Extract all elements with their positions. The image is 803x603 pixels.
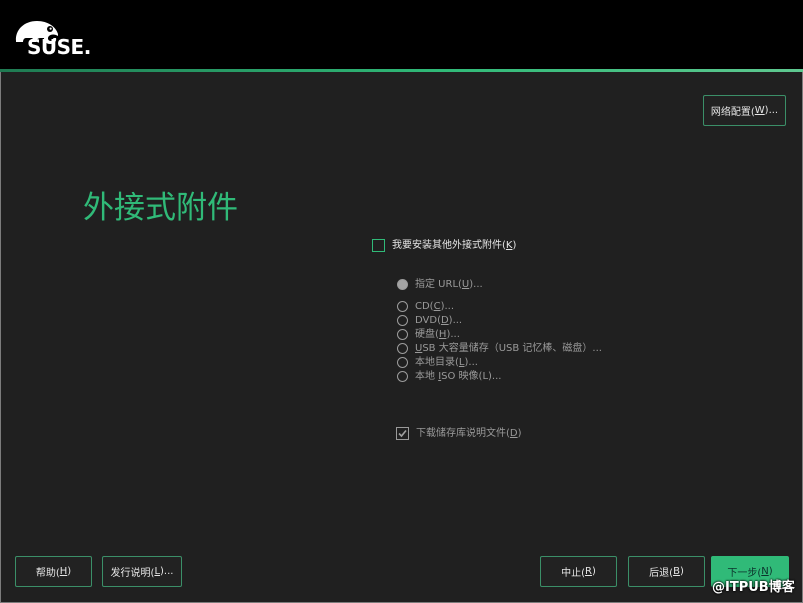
radio-button[interactable] (397, 357, 408, 368)
mnemonic-key: H (59, 566, 68, 577)
label-text: ) (517, 428, 522, 439)
radio-label: 硬盘(H)... (415, 328, 460, 341)
label-text: 帮助( (35, 568, 60, 579)
label-text: ) (512, 240, 517, 251)
radio-label: USB 大容量储存（USB 记忆棒、磁盘）... (415, 342, 602, 355)
label-text: ) (768, 566, 773, 577)
radio-label: 指定 URL(U)... (415, 278, 483, 291)
checkbox-label: 下载储存库说明文件(D) (416, 427, 522, 440)
page-title: 外接式附件 (83, 190, 238, 226)
checkbox-label: 我要安装其他外接式附件(K) (392, 239, 516, 252)
radio-button[interactable] (397, 315, 408, 326)
label-text: ) (679, 566, 684, 577)
install-other-addons-option[interactable]: 我要安装其他外接式附件(K) (372, 239, 516, 252)
label-text: ) (67, 566, 72, 577)
label-text: CD( (415, 301, 434, 312)
mnemonic-key: N (761, 566, 769, 577)
checkmark-icon (398, 429, 407, 438)
label-text: )... (764, 105, 779, 116)
label-text: 发行说明( (110, 568, 155, 579)
radio-button[interactable] (397, 371, 408, 382)
source-option-url[interactable]: 指定 URL(U)... (397, 278, 483, 291)
mnemonic-key: D (509, 428, 518, 439)
radio-button[interactable] (397, 343, 408, 354)
label-text: 本地目录( (415, 357, 459, 368)
label-text: 本地 (415, 371, 439, 382)
logo-text: SUSE. (27, 35, 91, 59)
help-button[interactable]: 帮助(H) (15, 556, 92, 587)
label-text: 指定 URL( (415, 279, 462, 290)
main-content: 网络配置(W)... 外接式附件 我要安装其他外接式附件(K) 指定 URL(U… (0, 72, 803, 603)
label-text: SB 大容量储存（USB 记忆棒、磁盘）... (422, 343, 602, 354)
source-option-hard-disk[interactable]: 硬盘(H)... (397, 328, 460, 341)
addon-source-radio-group: 指定 URL(U)... CD(C)... DVD(D)... 硬盘(H)...… (397, 278, 657, 383)
label-text: )... (469, 279, 483, 290)
header-bar: SUSE. (0, 0, 803, 69)
radio-button[interactable] (397, 301, 408, 312)
label-text: SO 映像(L)... (441, 371, 502, 382)
mnemonic-key: C (433, 301, 441, 312)
radio-label: 本地目录(L)... (415, 356, 478, 369)
chameleon-eye-highlight (49, 27, 52, 30)
release-notes-button[interactable]: 发行说明(L)... (102, 556, 182, 587)
watermark-text: @ITPUB博客 (712, 580, 795, 595)
label-text: DVD( (415, 315, 441, 326)
abort-button[interactable]: 中止(R) (540, 556, 617, 587)
label-text: 网络配置( (710, 107, 755, 118)
source-option-cd[interactable]: CD(C)... (397, 300, 454, 313)
label-text: )... (160, 566, 174, 577)
label-text: 中止( (561, 568, 586, 579)
source-option-local-directory[interactable]: 本地目录(L)... (397, 356, 478, 369)
radio-label: CD(C)... (415, 300, 454, 313)
label-text: 下一步( (727, 568, 762, 579)
label-text: )... (446, 329, 460, 340)
mnemonic-key: W (754, 105, 765, 116)
radio-button[interactable] (397, 329, 408, 340)
suse-logo: SUSE. (15, 21, 91, 59)
download-descriptions-checkbox[interactable] (396, 427, 409, 440)
label-text: 我要安装其他外接式附件( (392, 240, 506, 251)
label-text: ) (591, 566, 596, 577)
radio-label: 本地 ISO 映像(L)... (415, 370, 501, 383)
label-text: )... (448, 315, 463, 326)
label-text: 硬盘( (415, 329, 439, 340)
checkmark-stroke (398, 429, 407, 438)
label-text: 后退( (649, 568, 674, 579)
label-text: 下载储存库说明文件( (416, 428, 510, 439)
network-config-button[interactable]: 网络配置(W)... (703, 95, 786, 126)
installer-window: SUSE. 网络配置(W)... 外接式附件 我要安装其他外接式附件(K) 指定… (0, 0, 803, 603)
source-option-dvd[interactable]: DVD(D)... (397, 314, 462, 327)
mnemonic-key: B (673, 566, 680, 577)
source-option-usb[interactable]: USB 大容量储存（USB 记忆棒、磁盘）... (397, 342, 602, 355)
mnemonic-key: D (440, 315, 449, 326)
source-option-local-iso[interactable]: 本地 ISO 映像(L)... (397, 370, 501, 383)
label-text: )... (464, 357, 478, 368)
mnemonic-key: R (585, 566, 592, 577)
back-button[interactable]: 后退(B) (628, 556, 705, 587)
install-other-addons-checkbox[interactable] (372, 239, 385, 252)
download-descriptions-option[interactable]: 下载储存库说明文件(D) (396, 427, 522, 440)
label-text: )... (440, 301, 455, 312)
radio-button[interactable] (397, 279, 408, 290)
radio-label: DVD(D)... (415, 314, 462, 327)
